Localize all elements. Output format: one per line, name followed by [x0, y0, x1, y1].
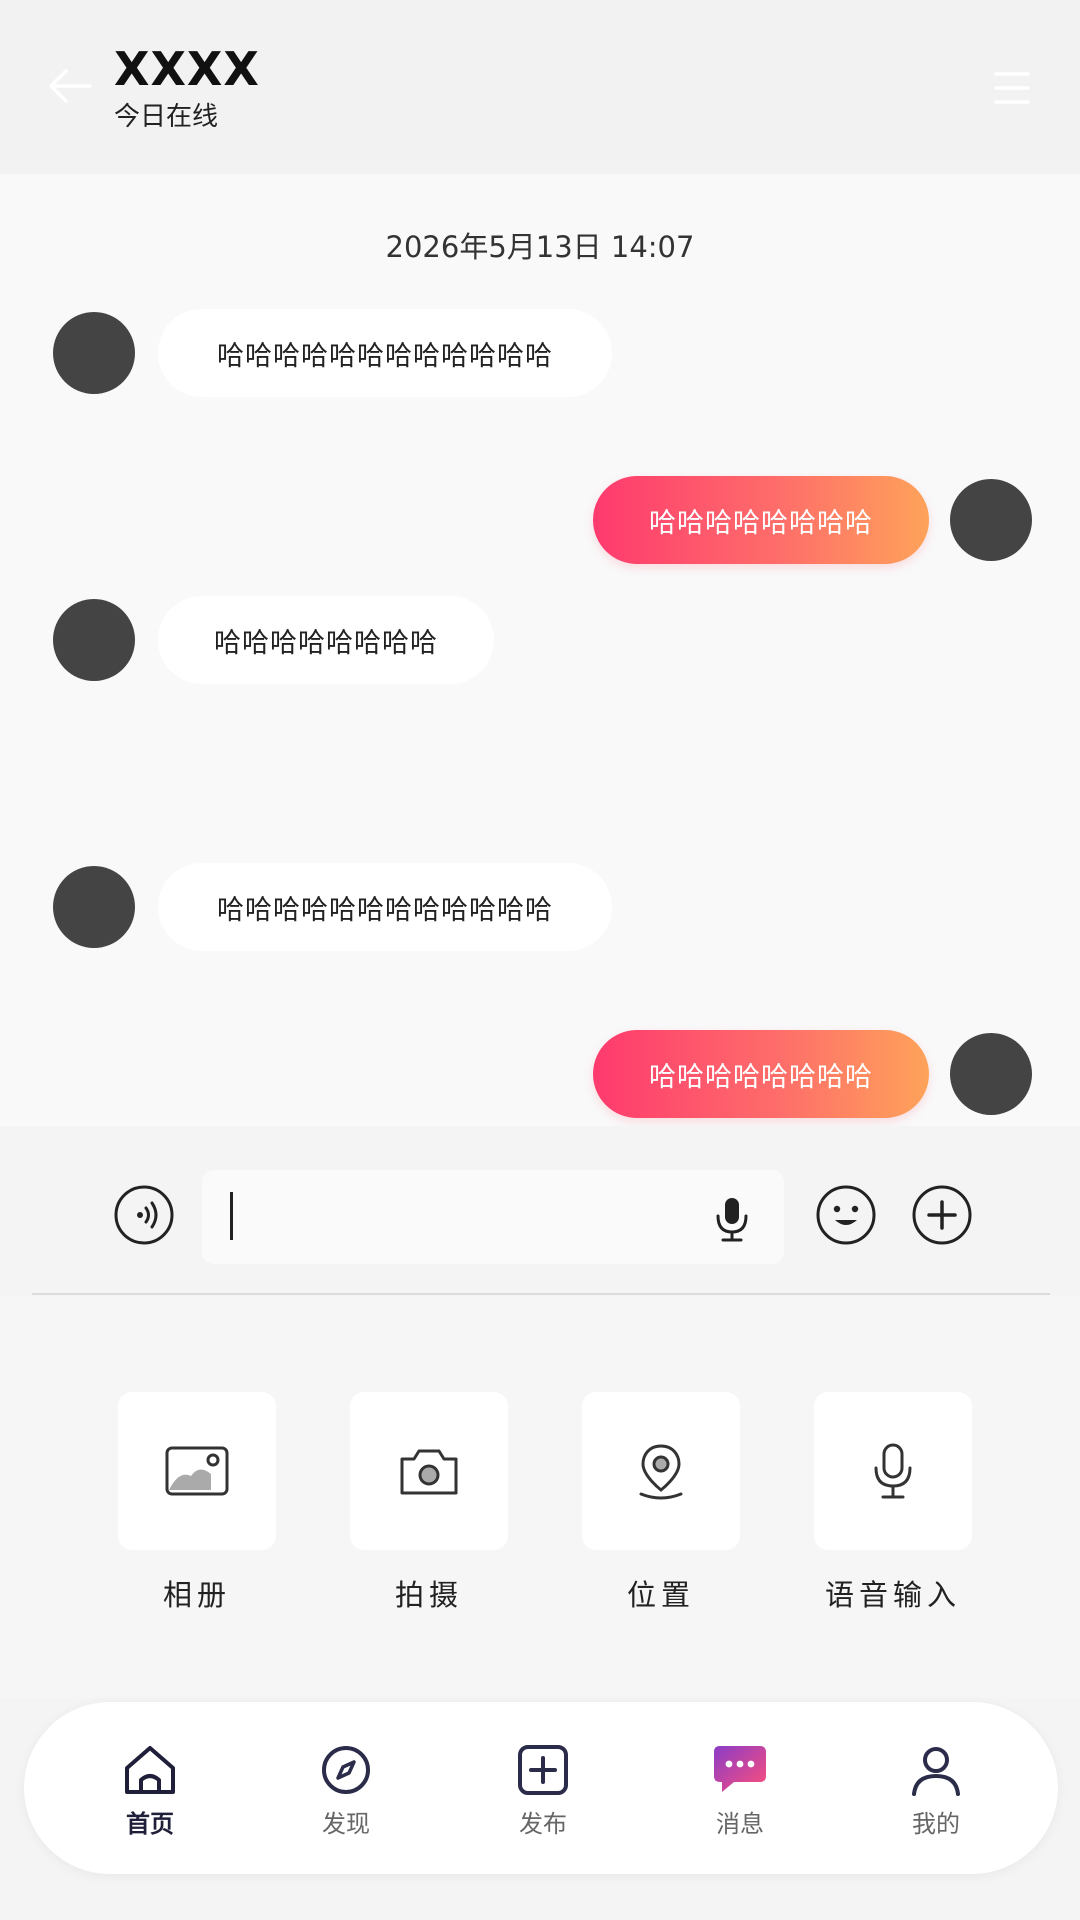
microphone-icon	[874, 1443, 912, 1499]
incoming-message-bubble[interactable]: 哈哈哈哈哈哈哈哈	[158, 596, 494, 684]
nav-discover-label: 发现	[322, 1810, 370, 1838]
emoji-icon	[816, 1185, 876, 1245]
my-avatar[interactable]	[950, 1033, 1032, 1115]
menu-icon	[994, 72, 1030, 104]
bottom-nav: 首页 发现 发布 消息 我的	[24, 1702, 1058, 1874]
chat-area[interactable]: 2026年5月13日 14:07 哈哈哈哈哈哈哈哈哈哈哈哈 哈哈哈哈哈哈哈哈 哈…	[0, 174, 1080, 1126]
home-icon	[125, 1746, 175, 1794]
text-caret	[230, 1192, 233, 1240]
nav-discover[interactable]: 发现	[286, 1742, 406, 1839]
voice-toggle-icon	[114, 1185, 174, 1245]
nav-home[interactable]: 首页	[90, 1742, 210, 1839]
tool-voice-input[interactable]: 语音输入	[813, 1392, 973, 1614]
microphone-icon[interactable]	[714, 1196, 750, 1242]
nav-messages-label: 消息	[716, 1810, 764, 1838]
album-icon	[165, 1446, 229, 1496]
contact-avatar[interactable]	[53, 599, 135, 681]
tool-album-tile[interactable]	[118, 1392, 276, 1550]
tool-location-tile[interactable]	[582, 1392, 740, 1550]
chat-header: XXXX 今日在线	[0, 0, 1080, 174]
voice-toggle-button[interactable]	[113, 1184, 175, 1246]
chat-timestamp: 2026年5月13日 14:07	[385, 230, 695, 264]
nav-profile-label: 我的	[912, 1810, 960, 1838]
nav-profile[interactable]: 我的	[876, 1742, 996, 1839]
nav-home-label: 首页	[126, 1810, 174, 1838]
emoji-button[interactable]	[815, 1184, 877, 1246]
plus-icon	[912, 1185, 972, 1245]
contact-avatar[interactable]	[53, 866, 135, 948]
tool-location-label: 位置	[626, 1578, 695, 1612]
chat-bubble-icon	[714, 1746, 766, 1792]
nav-publish-label: 发布	[519, 1810, 567, 1838]
nav-messages[interactable]: 消息	[680, 1742, 800, 1839]
nav-publish[interactable]: 发布	[483, 1742, 603, 1839]
input-divider	[32, 1293, 1050, 1295]
tool-location[interactable]: 位置	[581, 1392, 741, 1614]
message-input[interactable]	[202, 1170, 784, 1264]
arrow-left-icon	[49, 69, 92, 103]
more-options-button[interactable]	[911, 1184, 973, 1246]
add-square-icon	[518, 1745, 568, 1795]
back-button[interactable]	[44, 60, 96, 112]
contact-name: XXXX	[114, 42, 260, 96]
tool-album[interactable]: 相册	[117, 1392, 277, 1614]
incoming-message-bubble[interactable]: 哈哈哈哈哈哈哈哈哈哈哈哈	[158, 863, 612, 951]
tool-camera-label: 拍摄	[394, 1578, 463, 1612]
location-icon	[639, 1444, 683, 1500]
compass-icon	[322, 1746, 370, 1794]
camera-icon	[400, 1449, 458, 1495]
my-avatar[interactable]	[950, 479, 1032, 561]
tool-voice-input-tile[interactable]	[814, 1392, 972, 1550]
outgoing-message-bubble[interactable]: 哈哈哈哈哈哈哈哈	[593, 1030, 929, 1118]
attachment-panel: 相册 拍摄 位置 语音输入	[0, 1296, 1080, 1698]
contact-avatar[interactable]	[53, 312, 135, 394]
tool-album-label: 相册	[162, 1578, 231, 1612]
tool-voice-input-label: 语音输入	[824, 1578, 961, 1612]
online-status: 今日在线	[114, 102, 219, 132]
menu-button[interactable]	[992, 68, 1032, 108]
tool-camera[interactable]: 拍摄	[349, 1392, 509, 1614]
tool-camera-tile[interactable]	[350, 1392, 508, 1550]
input-bar	[0, 1126, 1080, 1296]
user-icon	[912, 1747, 960, 1796]
incoming-message-bubble[interactable]: 哈哈哈哈哈哈哈哈哈哈哈哈	[158, 309, 612, 397]
outgoing-message-bubble[interactable]: 哈哈哈哈哈哈哈哈	[593, 476, 929, 564]
